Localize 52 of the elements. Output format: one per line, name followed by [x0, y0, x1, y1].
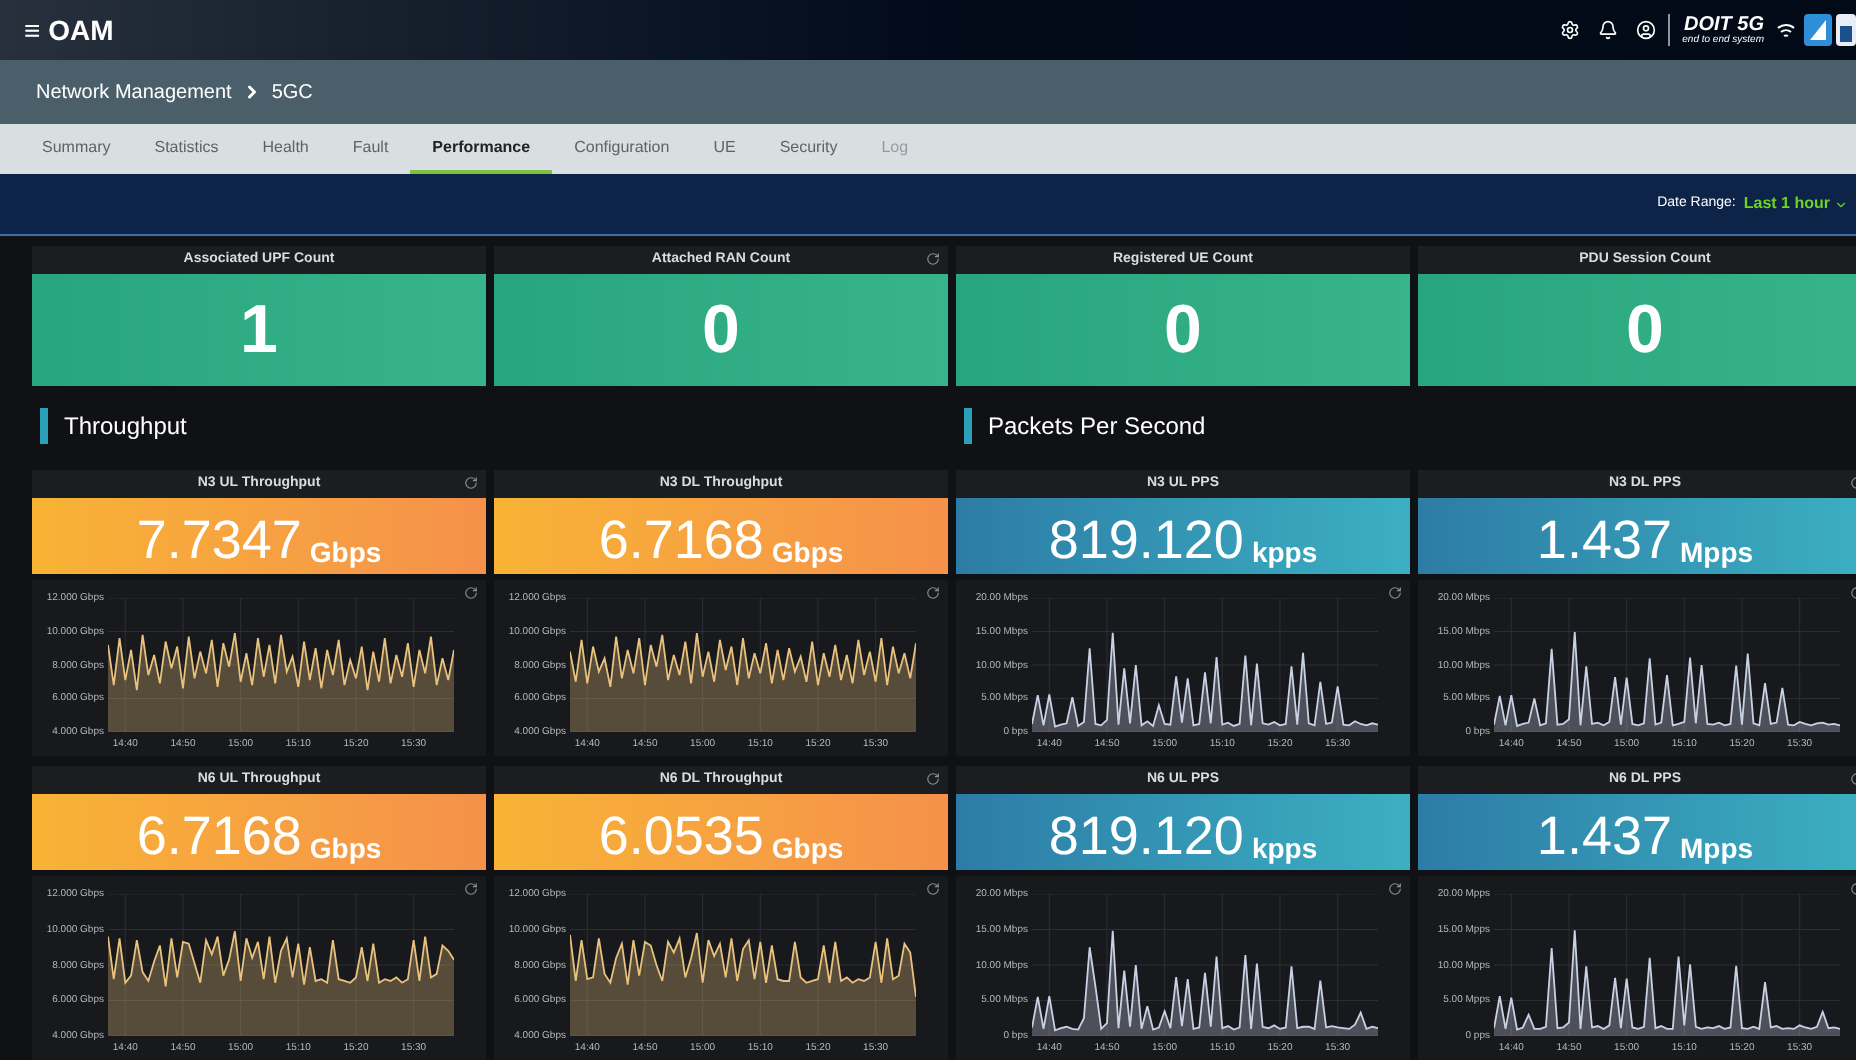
tab[interactable]: Health [240, 124, 331, 174]
metric-unit: Gbps [771, 538, 844, 566]
tab[interactable]: Statistics [132, 124, 241, 174]
metric-value: 6.7168 [136, 810, 302, 864]
stat-value: 0 [1164, 296, 1202, 364]
app-title: OAM [48, 11, 114, 49]
refresh-icon[interactable] [464, 476, 478, 490]
tab[interactable]: UE [691, 124, 758, 174]
metric-unit: Mpps [1680, 834, 1754, 862]
metric-value: 1.437 [1536, 514, 1672, 568]
metric-unit: Gbps [309, 538, 382, 566]
tab[interactable]: Security [757, 124, 860, 174]
bell-icon[interactable] [1598, 20, 1619, 40]
wifi-icon [1776, 20, 1796, 40]
logo-name: DOIT 5G [1683, 15, 1764, 35]
metric-unit: kpps [1251, 538, 1318, 566]
caret-icon [1834, 197, 1848, 211]
section-title: Packets Per Second [988, 410, 1206, 444]
tab[interactable]: Fault [330, 124, 411, 174]
metric-value: 1.437 [1536, 810, 1672, 864]
refresh-icon[interactable] [926, 586, 940, 600]
stat-value: 0 [1626, 296, 1664, 364]
tab[interactable]: Configuration [552, 124, 692, 174]
section-marker [964, 408, 972, 444]
user-icon[interactable] [1636, 20, 1657, 40]
logo-icon [1804, 14, 1832, 46]
metric-value: 819.120 [1048, 514, 1244, 568]
refresh-icon[interactable] [464, 586, 478, 600]
breadcrumb-link[interactable]: Network Management [36, 77, 232, 107]
section-marker [40, 408, 48, 444]
refresh-icon[interactable] [926, 882, 940, 896]
breadcrumb-current: 5GC [271, 79, 313, 107]
stat-value: 1 [240, 296, 278, 364]
metric-value: 6.0535 [598, 810, 764, 864]
tab[interactable]: Summary [20, 124, 133, 174]
metric-value: 7.7347 [136, 514, 302, 568]
metric-unit: Mpps [1680, 538, 1754, 566]
metric-unit: Gbps [309, 834, 382, 862]
metric-value: 6.7168 [598, 514, 764, 568]
refresh-icon[interactable] [464, 882, 478, 896]
stat-value: 0 [702, 296, 740, 364]
refresh-icon[interactable] [1388, 882, 1402, 896]
metric-unit: Gbps [771, 834, 844, 862]
menu-icon[interactable]: ≡ [24, 9, 41, 51]
metric-unit: kpps [1251, 834, 1318, 862]
metric-value: 819.120 [1048, 810, 1244, 864]
refresh-icon[interactable] [1388, 586, 1402, 600]
section-title: Throughput [64, 410, 187, 444]
settings-icon[interactable] [1560, 20, 1581, 40]
date-range-dropdown[interactable]: Last 1 hour [1743, 192, 1848, 216]
refresh-icon[interactable] [926, 772, 940, 786]
refresh-icon[interactable] [926, 252, 940, 266]
